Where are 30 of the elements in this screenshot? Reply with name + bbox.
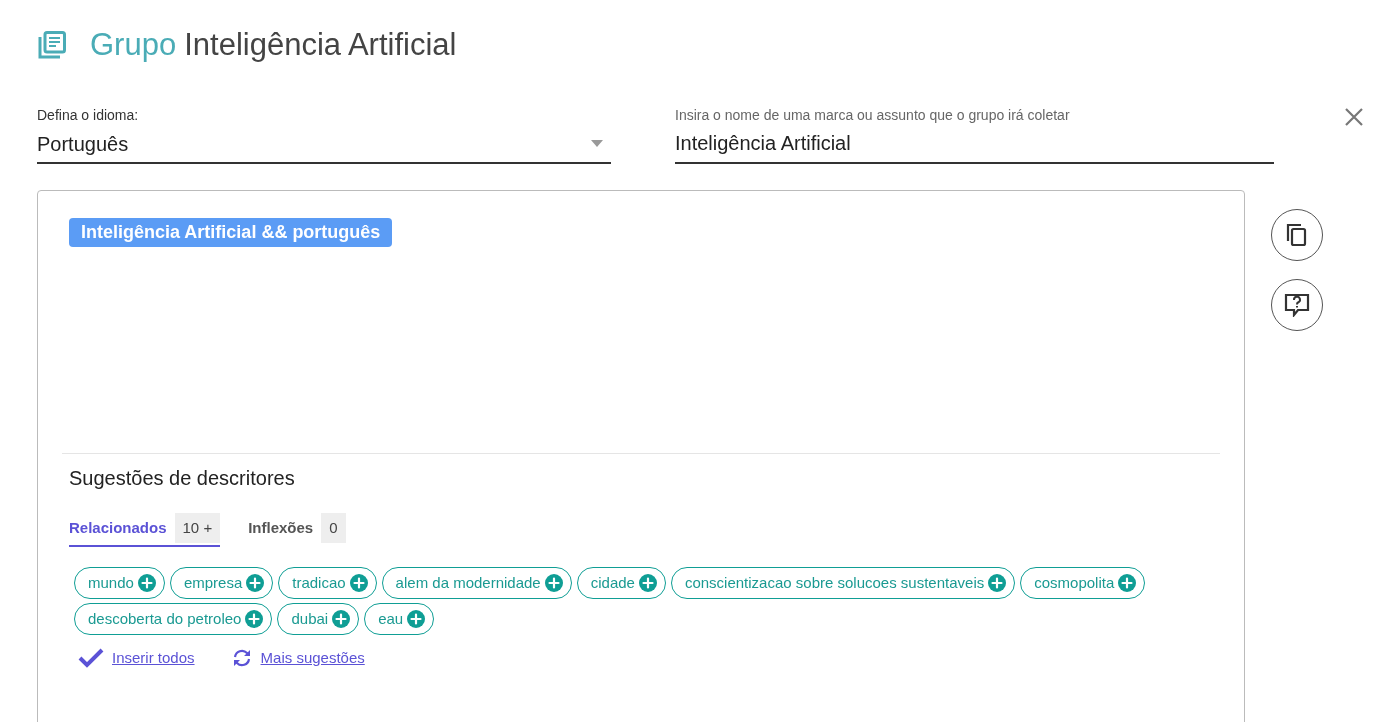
plus-icon[interactable] — [332, 610, 351, 628]
help-bubble-icon — [1284, 292, 1310, 317]
plus-icon[interactable] — [988, 574, 1007, 592]
language-select[interactable]: Português — [37, 125, 611, 164]
copy-icon — [1286, 222, 1308, 247]
suggestion-tab[interactable]: Inflexões 0 — [248, 512, 346, 547]
subject-input[interactable]: Inteligência Artificial — [675, 125, 1274, 164]
close-icon[interactable] — [1344, 107, 1364, 127]
plus-icon[interactable] — [349, 574, 368, 592]
count-badge: 10 + — [174, 512, 221, 543]
count-badge: 0 — [321, 512, 346, 543]
query-tag[interactable]: Inteligência Artificial && português — [69, 217, 393, 247]
plus-icon[interactable] — [544, 574, 563, 592]
plus-icon[interactable] — [638, 574, 657, 592]
page-title: Inteligência Artificial — [184, 26, 457, 64]
checkmark-icon — [78, 648, 104, 669]
plus-icon[interactable] — [246, 574, 265, 592]
plus-icon[interactable] — [245, 610, 264, 628]
plus-icon[interactable] — [407, 610, 426, 628]
action-link[interactable]: Mais sugestões — [260, 647, 365, 670]
section-title: Sugestões de descritores — [69, 465, 296, 491]
document-list-icon — [38, 31, 66, 60]
field-label: Insira o nome de uma marca ou assunto que o grupo irá coletar — [675, 105, 1071, 125]
dropdown-caret-icon — [591, 140, 603, 147]
suggestion-tab[interactable]: Relacionados 10 + — [69, 512, 221, 547]
plus-icon[interactable] — [137, 574, 156, 592]
action-link[interactable]: Inserir todos — [112, 647, 195, 670]
plus-icon[interactable] — [1118, 574, 1137, 592]
title-prefix: Grupo — [90, 26, 177, 64]
field-label: Defina o idioma: — [37, 105, 140, 125]
